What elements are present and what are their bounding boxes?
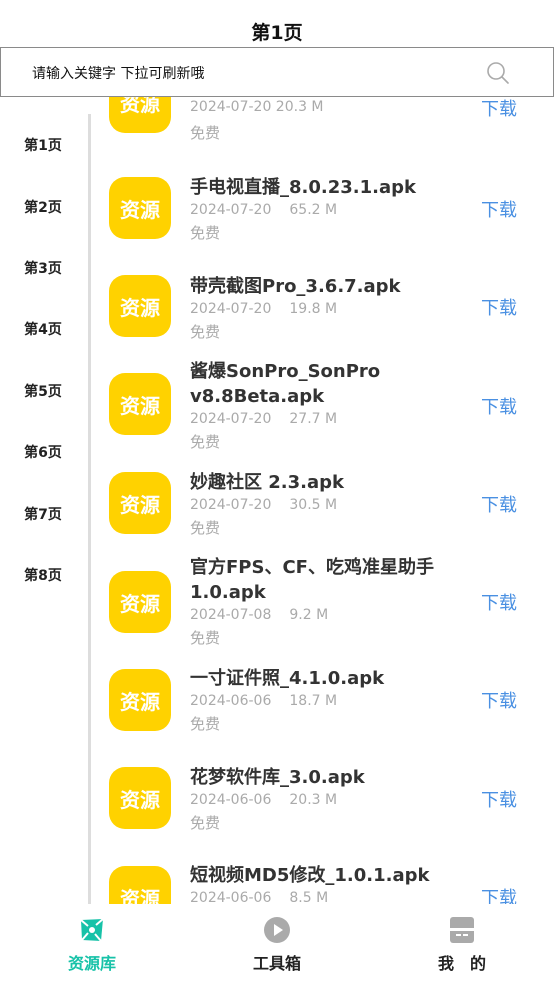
resource-logo: 资源 [109, 866, 171, 904]
item-date: 2024-07-20 [190, 411, 272, 427]
sidebar-item-page-8[interactable]: 第8页 [0, 565, 86, 585]
item-size: 30.5 M [289, 497, 338, 513]
item-date: 2024-06-06 [190, 890, 272, 904]
resource-logo: 资源 [109, 669, 171, 731]
item-name[interactable]: 手电视直播_8.0.23.1.apk [190, 175, 460, 200]
item-meta: 2024-07-20 27.7 M [190, 411, 337, 427]
item-name[interactable]: 短视频MD5修改_1.0.1.apk [190, 863, 460, 888]
resource-logo: 资源 [109, 571, 171, 633]
list-item[interactable]: 资源 一寸证件照_4.1.0.apk 2024-06-06 18.7 M 免费 下… [91, 666, 554, 764]
download-button[interactable]: 下载 [481, 589, 517, 615]
sidebar-item-page-4[interactable]: 第4页 [0, 319, 86, 339]
item-meta: 2024-06-06 8.5 M [190, 890, 328, 904]
tab-label: 资源库 [67, 954, 116, 973]
item-price: 免费 [190, 323, 221, 341]
list-item[interactable]: 资源 2024-07-20 20.3 M 免费 下载 [91, 97, 554, 183]
download-button[interactable]: 下载 [481, 687, 517, 713]
item-meta: 2024-06-06 18.7 M [190, 693, 337, 709]
item-name[interactable]: 一寸证件照_4.1.0.apk [190, 666, 460, 691]
download-button[interactable]: 下载 [481, 196, 517, 222]
item-size: 65.2 M [289, 202, 338, 218]
list-item[interactable]: 资源 官方FPS、CF、吃鸡准星助手 1.0.apk 2024-07-08 9.2… [91, 555, 554, 653]
item-price: 免费 [190, 224, 221, 242]
resource-list[interactable]: 资源 2024-07-20 20.3 M 免费 下载 资源 手电视直播_8.0.… [91, 97, 554, 904]
profile-icon [450, 917, 474, 943]
item-name[interactable]: 带壳截图Pro_3.6.7.apk [190, 274, 460, 299]
item-date: 2024-07-20 [190, 301, 272, 317]
resource-logo: 资源 [109, 177, 171, 239]
page-title: 第1页 [251, 22, 303, 44]
item-price: 免费 [190, 433, 221, 451]
tab-toolbox[interactable]: 工具箱 [217, 904, 337, 984]
resource-library-icon [80, 918, 104, 942]
bottom-tab-bar: 资源库 工具箱 我 的 [0, 904, 554, 984]
item-size: 19.8 M [289, 301, 338, 317]
download-button[interactable]: 下载 [481, 884, 517, 904]
item-name[interactable]: 妙趣社区 2.3.apk [190, 470, 460, 495]
item-meta: 2024-07-20 30.5 M [190, 497, 337, 513]
item-price: 免费 [190, 124, 221, 142]
resource-logo: 资源 [109, 472, 171, 534]
list-item[interactable]: 资源 酱爆SonPro_SonPro v8.8Beta.apk 2024-07-… [91, 359, 554, 457]
sidebar-item-page-7[interactable]: 第7页 [0, 504, 86, 524]
download-button[interactable]: 下载 [481, 393, 517, 419]
sidebar-item-page-2[interactable]: 第2页 [0, 197, 86, 217]
item-size: 27.7 M [289, 411, 338, 427]
item-size: 9.2 M [289, 607, 329, 623]
item-price: 免费 [190, 814, 221, 832]
search-icon[interactable] [486, 61, 510, 85]
resource-logo: 资源 [109, 767, 171, 829]
item-price: 免费 [190, 629, 221, 647]
item-meta: 2024-07-20 65.2 M [190, 202, 337, 218]
item-date: 2024-07-08 [190, 607, 272, 623]
search-input[interactable]: 请输入关键字 下拉可刷新哦 [32, 63, 204, 83]
tab-profile[interactable]: 我 的 [402, 904, 522, 984]
resource-logo: 资源 [109, 97, 171, 133]
sidebar-item-page-5[interactable]: 第5页 [0, 381, 86, 401]
list-item[interactable]: 资源 手电视直播_8.0.23.1.apk 2024-07-20 65.2 M 免… [91, 175, 554, 273]
list-item[interactable]: 资源 带壳截图Pro_3.6.7.apk 2024-07-20 19.8 M 免费… [91, 274, 554, 372]
item-meta: 2024-07-08 9.2 M [190, 607, 328, 623]
download-button[interactable]: 下载 [481, 294, 517, 320]
tab-label: 我 的 [437, 954, 486, 973]
sidebar-item-page-6[interactable]: 第6页 [0, 442, 86, 462]
sidebar-item-page-3[interactable]: 第3页 [0, 258, 86, 278]
resource-logo: 资源 [109, 373, 171, 435]
item-meta: 2024-07-20 19.8 M [190, 301, 337, 317]
item-name[interactable]: 花梦软件库_3.0.apk [190, 765, 460, 790]
item-name[interactable]: 酱爆SonPro_SonPro v8.8Beta.apk [190, 359, 460, 409]
item-size: 18.7 M [289, 693, 338, 709]
item-meta: 2024-07-20 20.3 M [190, 99, 324, 115]
item-meta: 2024-06-06 20.3 M [190, 792, 337, 808]
item-size: 20.3 M [289, 792, 338, 808]
item-date: 2024-06-06 [190, 693, 272, 709]
list-item[interactable]: 资源 妙趣社区 2.3.apk 2024-07-20 30.5 M 免费 下载 [91, 470, 554, 568]
item-price: 免费 [190, 715, 221, 733]
page-sidebar: 第1页 第2页 第3页 第4页 第5页 第6页 第7页 第8页 [0, 114, 88, 904]
tab-label: 工具箱 [252, 954, 301, 973]
item-price: 免费 [190, 519, 221, 537]
item-name[interactable]: 官方FPS、CF、吃鸡准星助手 1.0.apk [190, 555, 460, 605]
download-button[interactable]: 下载 [481, 491, 517, 517]
item-date: 2024-07-20 [190, 497, 272, 513]
tab-resource-library[interactable]: 资源库 [32, 904, 152, 984]
item-size: 8.5 M [289, 890, 329, 904]
list-item[interactable]: 资源 短视频MD5修改_1.0.1.apk 2024-06-068.5 M 免费… [91, 863, 554, 904]
resource-logo: 资源 [109, 275, 171, 337]
download-button[interactable]: 下载 [481, 786, 517, 812]
search-bar[interactable]: 请输入关键字 下拉可刷新哦 [0, 47, 554, 97]
play-icon [264, 917, 290, 943]
item-date: 2024-06-06 [190, 792, 272, 808]
list-item[interactable]: 资源 花梦软件库_3.0.apk 2024-06-06 20.3 M 免费 下载 [91, 765, 554, 863]
sidebar-item-page-1[interactable]: 第1页 [0, 135, 86, 155]
download-button[interactable]: 下载 [481, 97, 517, 121]
item-date: 2024-07-20 [190, 202, 272, 218]
